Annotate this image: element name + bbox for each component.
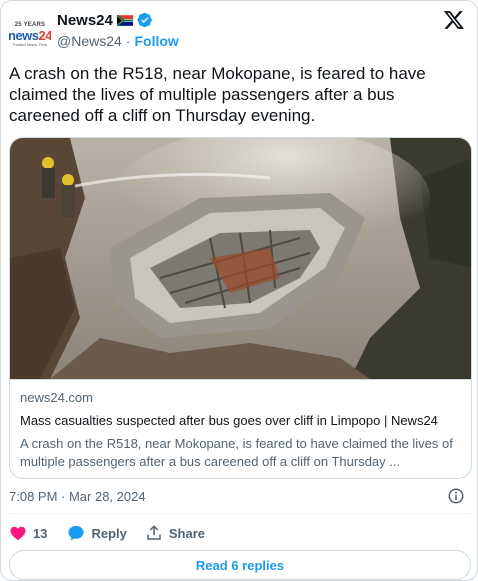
tweet-text: A crash on the R518, near Mokopane, is f…	[9, 64, 426, 125]
x-logo-icon[interactable]	[443, 9, 465, 31]
tweet-actions: 13 Reply Share	[9, 522, 205, 544]
avatar-tagline: Trusted News. First.	[12, 41, 48, 47]
like-button[interactable]: 13	[9, 524, 47, 542]
read-replies-button[interactable]: Read 6 replies	[9, 550, 471, 580]
tweet-embed-card: 25 YEARS news24 Trusted News. First. New…	[0, 0, 478, 581]
heart-icon	[10, 526, 26, 541]
author-display-name[interactable]: News24	[57, 12, 113, 29]
avatar-logo: news24	[9, 29, 51, 42]
avatar-logo-part2: 24	[38, 27, 51, 43]
reply-label: Reply	[91, 525, 127, 541]
separator-dot: ·	[125, 33, 131, 49]
reply-icon	[68, 525, 84, 541]
link-title[interactable]: Mass casualties suspected after bus goes…	[20, 413, 438, 428]
share-icon	[147, 525, 161, 540]
reply-button[interactable]: Reply	[67, 524, 127, 542]
info-icon[interactable]	[447, 487, 465, 505]
verified-badge-icon	[137, 12, 152, 28]
south-africa-flag-icon	[116, 14, 133, 26]
divider	[9, 513, 471, 514]
author-handle-row: @News24 · Follow	[57, 33, 179, 49]
avatar[interactable]: 25 YEARS news24 Trusted News. First.	[9, 13, 51, 55]
share-label: Share	[168, 525, 206, 541]
author-name-row: News24	[57, 11, 153, 29]
author-handle[interactable]: @News24	[57, 33, 122, 49]
like-count: 13	[33, 525, 48, 541]
link-description: A crash on the R518, near Mokopane, is f…	[20, 436, 453, 469]
link-preview-card[interactable]: news24.com Mass casualties suspected aft…	[9, 137, 472, 479]
avatar-logo-part1: news	[9, 27, 39, 43]
news-photo-bus-wreck[interactable]	[10, 138, 472, 379]
share-button[interactable]: Share	[145, 524, 205, 542]
link-domain: news24.com	[20, 390, 93, 405]
follow-button[interactable]: Follow	[134, 33, 178, 49]
tweet-timestamp[interactable]: 7:08 PM · Mar 28, 2024	[9, 489, 146, 504]
link-preview-meta: news24.com Mass casualties suspected aft…	[10, 379, 471, 478]
